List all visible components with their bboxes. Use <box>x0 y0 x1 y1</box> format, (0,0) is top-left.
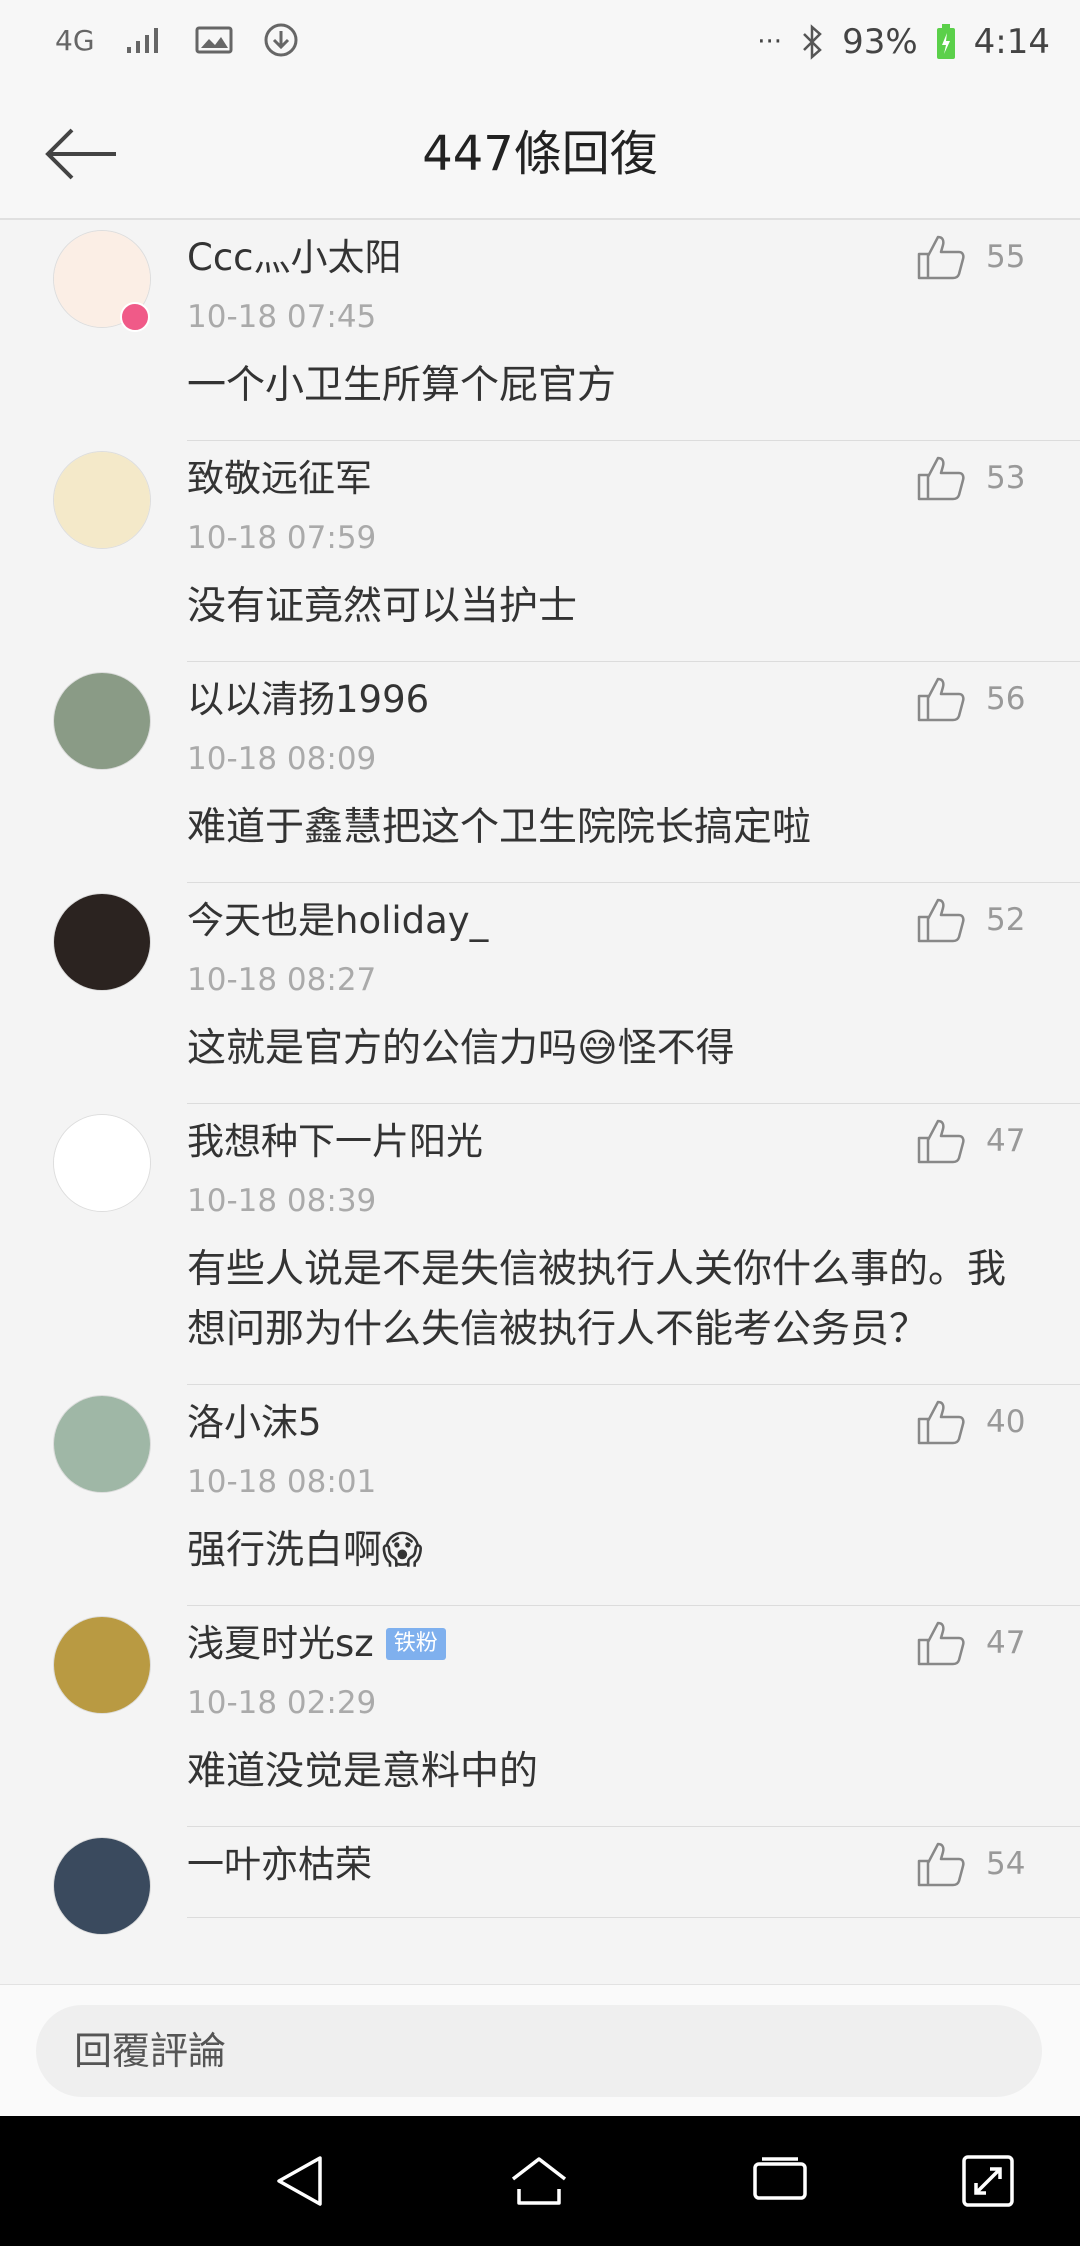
like-button[interactable]: 55 <box>916 234 1032 280</box>
comment-time: 10-18 08:01 <box>187 1464 377 1500</box>
like-button[interactable]: 40 <box>916 1399 1032 1445</box>
divider <box>187 1917 1080 1918</box>
download-icon <box>263 22 299 58</box>
comment-item: 洛小沫5 10-18 08:01 强行洗白啊😱 40 <box>0 1385 1080 1605</box>
nav-recent-button[interactable] <box>747 2148 813 2214</box>
recent-apps-icon <box>753 2157 807 2200</box>
comment-list[interactable]: Ccc灬小太阳 10-18 07:45 一个小卫生所算个屁官方 55 致敬远征军… <box>0 220 1080 1984</box>
username[interactable]: 我想种下一片阳光 <box>187 1114 483 1170</box>
nav-expand-button[interactable] <box>955 2148 1021 2214</box>
like-count: 56 <box>986 681 1026 717</box>
thumbs-up-icon <box>917 898 965 943</box>
system-nav-bar <box>0 2116 1080 2246</box>
comment-text: 强行洗白啊😱 <box>187 1528 423 1573</box>
like-button[interactable]: 54 <box>916 1841 1032 1887</box>
like-button[interactable]: 53 <box>916 455 1032 501</box>
comment-item: 致敬远征军 10-18 07:59 没有证竟然可以当护士 53 <box>0 441 1080 661</box>
username[interactable]: 一叶亦枯荣 <box>187 1837 372 1893</box>
expand-icon <box>962 2155 1014 2207</box>
username[interactable]: 洛小沫5 <box>187 1395 322 1451</box>
comment-time: 10-18 07:45 <box>187 299 377 335</box>
username[interactable]: 今天也是holiday_ <box>187 893 488 949</box>
comment-text: 难道没觉是意料中的 <box>187 1749 539 1794</box>
triangle-back-icon <box>277 2156 322 2206</box>
username[interactable]: Ccc灬小太阳 <box>187 230 402 286</box>
battery-percent: 93% <box>842 22 918 62</box>
like-button[interactable]: 52 <box>916 897 1032 943</box>
comment-text: 一个小卫生所算个屁官方 <box>187 363 617 408</box>
comment-time: 10-18 07:59 <box>187 520 377 556</box>
avatar[interactable] <box>53 1395 151 1493</box>
like-button[interactable]: 47 <box>916 1118 1032 1164</box>
bluetooth-icon <box>800 24 824 60</box>
thumbs-up-icon <box>917 235 965 280</box>
like-count: 40 <box>986 1404 1026 1440</box>
comment-text: 没有证竟然可以当护士 <box>187 584 578 629</box>
back-button[interactable] <box>40 118 120 190</box>
signal-icon <box>125 25 165 55</box>
like-button[interactable]: 47 <box>916 1620 1032 1666</box>
image-icon <box>195 25 233 55</box>
avatar[interactable] <box>53 1837 151 1935</box>
like-count: 47 <box>986 1625 1026 1661</box>
network-label: 4G <box>55 23 95 57</box>
like-count: 54 <box>986 1846 1026 1882</box>
like-count: 53 <box>986 460 1026 496</box>
battery-icon <box>936 24 956 60</box>
home-icon <box>511 2157 567 2205</box>
comment-item: 浅夏时光sz 铁粉 10-18 02:29 难道没觉是意料中的 47 <box>0 1606 1080 1826</box>
username[interactable]: 致敬远征军 <box>187 451 372 507</box>
like-count: 52 <box>986 902 1026 938</box>
fan-badge: 铁粉 <box>385 1628 446 1660</box>
comment-text: 有些人说是不是失信被执行人关你什么事的。我想问那为什么失信被执行人不能考公务员？ <box>187 1247 1007 1352</box>
thumbs-up-icon <box>917 456 965 501</box>
page-title: 447條回復 <box>422 126 658 182</box>
thumbs-up-icon <box>917 1119 965 1164</box>
comment-time: 10-18 08:27 <box>187 962 377 998</box>
avatar[interactable] <box>53 1114 151 1212</box>
username[interactable]: 浅夏时光sz <box>187 1616 374 1672</box>
arrow-left-icon <box>45 128 116 180</box>
reply-bar: 回覆評論 <box>0 1984 1080 2117</box>
comment-text: 这就是官方的公信力吗😅怪不得 <box>187 1026 735 1071</box>
comment-item: 我想种下一片阳光 10-18 08:39 有些人说是不是失信被执行人关你什么事的… <box>0 1104 1080 1384</box>
nav-home-button[interactable] <box>506 2148 572 2214</box>
like-count: 47 <box>986 1123 1026 1159</box>
nav-back-button[interactable] <box>267 2148 333 2214</box>
header: 447條回復 <box>0 90 1080 220</box>
avatar[interactable] <box>53 893 151 991</box>
reply-input[interactable]: 回覆評論 <box>36 2005 1042 2097</box>
avatar[interactable] <box>53 672 151 770</box>
comment-item: 一叶亦枯荣 54 <box>0 1827 1080 1935</box>
status-bar: 4G ··· 93% 4:14 <box>0 0 1080 90</box>
thumbs-up-icon <box>917 1842 965 1887</box>
thumbs-up-icon <box>917 1400 965 1445</box>
avatar[interactable] <box>53 451 151 549</box>
username[interactable]: 以以清扬1996 <box>187 672 429 728</box>
thumbs-up-icon <box>917 1621 965 1666</box>
comment-item: 今天也是holiday_ 10-18 08:27 这就是官方的公信力吗😅怪不得 … <box>0 883 1080 1103</box>
verified-badge <box>120 302 150 332</box>
comment-item: 以以清扬1996 10-18 08:09 难道于鑫慧把这个卫生院院长搞定啦 56 <box>0 662 1080 882</box>
avatar[interactable] <box>53 1616 151 1714</box>
like-button[interactable]: 56 <box>916 676 1032 722</box>
comment-time: 10-18 08:09 <box>187 741 377 777</box>
comment-text: 难道于鑫慧把这个卫生院院长搞定啦 <box>187 805 812 850</box>
clock: 4:14 <box>973 22 1050 62</box>
thumbs-up-icon <box>917 677 965 722</box>
comment-time: 10-18 02:29 <box>187 1685 377 1721</box>
more-icon: ··· <box>757 27 783 57</box>
comment-time: 10-18 08:39 <box>187 1183 377 1219</box>
like-count: 55 <box>986 239 1026 275</box>
comment-item: Ccc灬小太阳 10-18 07:45 一个小卫生所算个屁官方 55 <box>0 220 1080 440</box>
